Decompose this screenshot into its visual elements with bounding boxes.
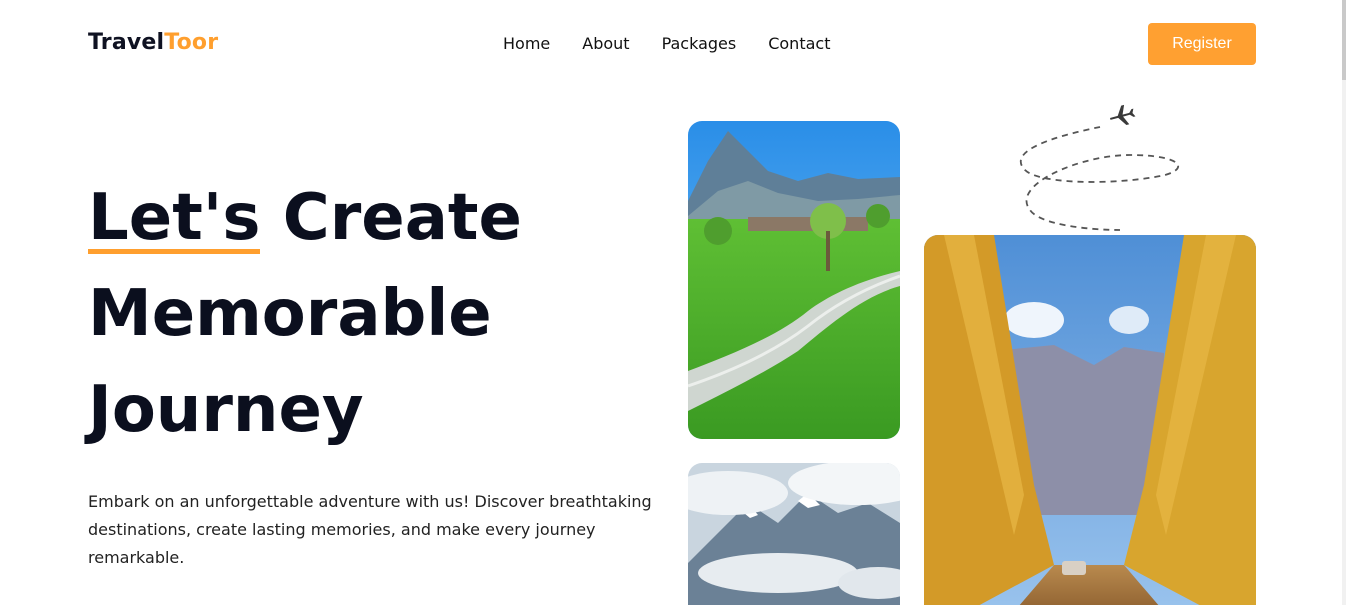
hero-title-line-2: Memorable [88,277,492,351]
hero-title-line-1: Let's Create [88,170,648,266]
valley-river-image [688,121,900,439]
hero-title-create: Create [282,181,522,255]
flight-path-decoration [1019,104,1179,231]
hero-description: Embark on an unforgettable adventure wit… [88,492,652,567]
hero-title-line-3: Journey [88,373,364,447]
logo-part-travel: Travel [88,30,165,55]
scrollbar-thumb[interactable] [1342,0,1346,80]
site-logo[interactable]: TravelToor [88,30,218,55]
hero-title-highlight: Let's [88,170,261,266]
nav-home[interactable]: Home [503,34,550,53]
airplane-icon [1110,104,1136,126]
hero-title: Let's Create Memorable Journey [88,170,648,458]
nav-contact[interactable]: Contact [768,34,830,53]
page-scrollbar[interactable] [1342,0,1346,605]
nav-packages[interactable]: Packages [662,34,737,53]
logo-part-toor: Toor [164,30,219,55]
autumn-road-image [924,235,1256,605]
nav-about[interactable]: About [582,34,629,53]
main-nav: Home About Packages Contact [503,34,830,53]
snowy-mountain-image [688,463,900,605]
register-button[interactable]: Register [1148,23,1256,65]
